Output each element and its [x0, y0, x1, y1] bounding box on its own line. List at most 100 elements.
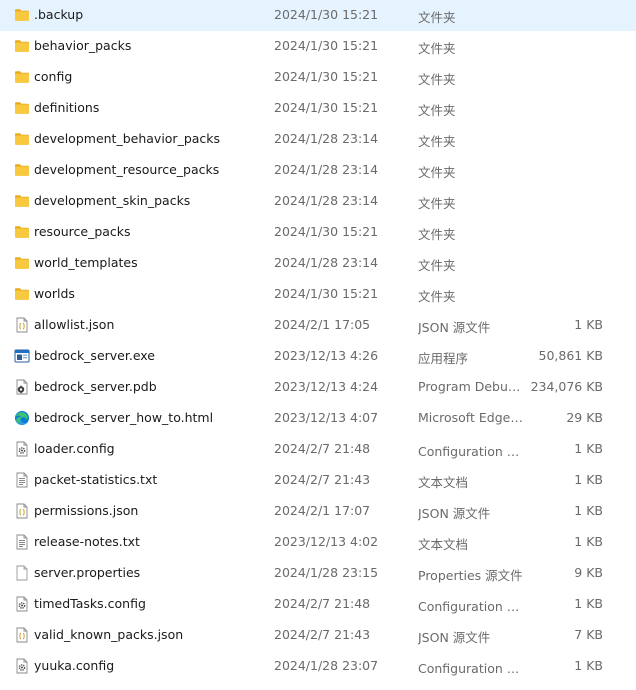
exe-file-icon [14, 348, 30, 364]
file-name: allowlist.json [34, 317, 115, 332]
file-modified-date: 2023/12/13 4:02 [274, 534, 379, 549]
file-modified-date: 2023/12/13 4:24 [274, 379, 379, 394]
file-size: 50,861 KB [538, 348, 603, 363]
json-file-icon [14, 627, 30, 643]
folder-icon [14, 162, 30, 178]
file-row[interactable]: valid_known_packs.json 2024/2/7 21:43 JSON… [0, 620, 636, 651]
file-type: Program Debug... [418, 379, 524, 394]
file-row[interactable]: definitions 2024/1/30 15:21 文件夹 [0, 93, 636, 124]
file-size: 1 KB [574, 658, 603, 673]
file-modified-date: 2024/1/30 15:21 [274, 224, 379, 239]
file-row[interactable]: server.properties 2024/1/28 23:15 Properti… [0, 558, 636, 589]
folder-icon [14, 224, 30, 240]
file-size: 9 KB [574, 565, 603, 580]
file-type: 文件夹 [418, 103, 456, 118]
file-row[interactable]: packet-statistics.txt 2024/2/7 21:43 文本文档 1… [0, 465, 636, 496]
json-file-icon [14, 503, 30, 519]
folder-icon [14, 38, 30, 54]
json-file-icon [14, 317, 30, 333]
file-type: JSON 源文件 [418, 506, 491, 521]
file-size: 1 KB [574, 317, 603, 332]
file-type: JSON 源文件 [418, 320, 491, 335]
config-file-icon [14, 441, 30, 457]
file-name: worlds [34, 286, 75, 301]
file-type: Microsoft Edge ... [418, 410, 524, 425]
edge-html-icon [14, 410, 30, 426]
file-row[interactable]: permissions.json 2024/2/1 17:07 JSON 源文件 1 … [0, 496, 636, 527]
folder-icon [14, 286, 30, 302]
file-name: release-notes.txt [34, 534, 140, 549]
file-type: 应用程序 [418, 351, 469, 366]
file-type: 文件夹 [418, 134, 456, 149]
file-row[interactable]: config 2024/1/30 15:21 文件夹 [0, 62, 636, 93]
file-modified-date: 2024/2/1 17:07 [274, 503, 371, 518]
file-modified-date: 2023/12/13 4:26 [274, 348, 379, 363]
file-modified-date: 2024/1/28 23:14 [274, 162, 379, 177]
file-row[interactable]: resource_packs 2024/1/30 15:21 文件夹 [0, 217, 636, 248]
file-size: 1 KB [574, 596, 603, 611]
file-name: behavior_packs [34, 38, 132, 53]
file-type: JSON 源文件 [418, 630, 491, 645]
file-type: Configuration 源... [418, 661, 524, 676]
file-row[interactable]: .backup 2024/1/30 15:21 文件夹 [0, 0, 636, 31]
folder-icon [14, 255, 30, 271]
file-row[interactable]: world_templates 2024/1/28 23:14 文件夹 [0, 248, 636, 279]
properties-file-icon [14, 565, 30, 581]
file-name: timedTasks.config [34, 596, 146, 611]
file-row[interactable]: worlds 2024/1/30 15:21 文件夹 [0, 279, 636, 310]
file-modified-date: 2023/12/13 4:07 [274, 410, 379, 425]
file-name: resource_packs [34, 224, 131, 239]
pdb-file-icon [14, 379, 30, 395]
file-name: yuuka.config [34, 658, 115, 673]
text-file-icon [14, 472, 30, 488]
file-row[interactable]: development_resource_packs 2024/1/28 23:1… [0, 155, 636, 186]
text-file-icon [14, 534, 30, 550]
file-modified-date: 2024/1/28 23:14 [274, 255, 379, 270]
file-type: Configuration 源... [418, 444, 524, 459]
file-name: permissions.json [34, 503, 139, 518]
folder-icon [14, 100, 30, 116]
file-name: bedrock_server.exe [34, 348, 156, 363]
file-name: bedrock_server_how_to.html [34, 410, 214, 425]
file-row[interactable]: release-notes.txt 2023/12/13 4:02 文本文档 1 KB [0, 527, 636, 558]
file-modified-date: 2024/1/28 23:15 [274, 565, 379, 580]
file-modified-date: 2024/1/30 15:21 [274, 7, 379, 22]
file-modified-date: 2024/2/7 21:43 [274, 472, 371, 487]
file-type: 文件夹 [418, 10, 456, 25]
file-row[interactable]: loader.config 2024/2/7 21:48 Configuration… [0, 434, 636, 465]
file-size: 7 KB [574, 627, 603, 642]
file-size: 1 KB [574, 503, 603, 518]
file-row[interactable]: allowlist.json 2024/2/1 17:05 JSON 源文件 1 KB [0, 310, 636, 341]
file-modified-date: 2024/2/7 21:48 [274, 441, 371, 456]
file-name: packet-statistics.txt [34, 472, 158, 487]
file-modified-date: 2024/1/30 15:21 [274, 69, 379, 84]
config-file-icon [14, 596, 30, 612]
file-name: development_resource_packs [34, 162, 220, 177]
file-size: 29 KB [566, 410, 603, 425]
file-name: development_skin_packs [34, 193, 191, 208]
file-type: 文件夹 [418, 72, 456, 87]
file-name: bedrock_server.pdb [34, 379, 157, 394]
file-type: 文件夹 [418, 196, 456, 211]
file-size: 1 KB [574, 472, 603, 487]
file-modified-date: 2024/1/30 15:21 [274, 100, 379, 115]
file-type: 文件夹 [418, 165, 456, 180]
file-row[interactable]: behavior_packs 2024/1/30 15:21 文件夹 [0, 31, 636, 62]
file-row[interactable]: bedrock_server.exe 2023/12/13 4:26 应用程序 50,… [0, 341, 636, 372]
file-name: world_templates [34, 255, 138, 270]
file-name: definitions [34, 100, 100, 115]
file-row[interactable]: development_skin_packs 2024/1/28 23:14 文件夹 [0, 186, 636, 217]
file-size: 234,076 KB [530, 379, 603, 394]
folder-icon [14, 193, 30, 209]
file-size: 1 KB [574, 534, 603, 549]
file-row[interactable]: bedrock_server.pdb 2023/12/13 4:24 Program… [0, 372, 636, 403]
file-modified-date: 2024/1/28 23:14 [274, 193, 379, 208]
file-row[interactable]: timedTasks.config 2024/2/7 21:48 Configura… [0, 589, 636, 620]
file-type: 文件夹 [418, 258, 456, 273]
file-row[interactable]: development_behavior_packs 2024/1/28 23:1… [0, 124, 636, 155]
file-row[interactable]: yuuka.config 2024/1/28 23:07 Configuration… [0, 651, 636, 682]
file-name: development_behavior_packs [34, 131, 221, 146]
file-row[interactable]: bedrock_server_how_to.html 2023/12/13 4:0… [0, 403, 636, 434]
file-type: Properties 源文件 [418, 568, 523, 583]
file-name: loader.config [34, 441, 115, 456]
